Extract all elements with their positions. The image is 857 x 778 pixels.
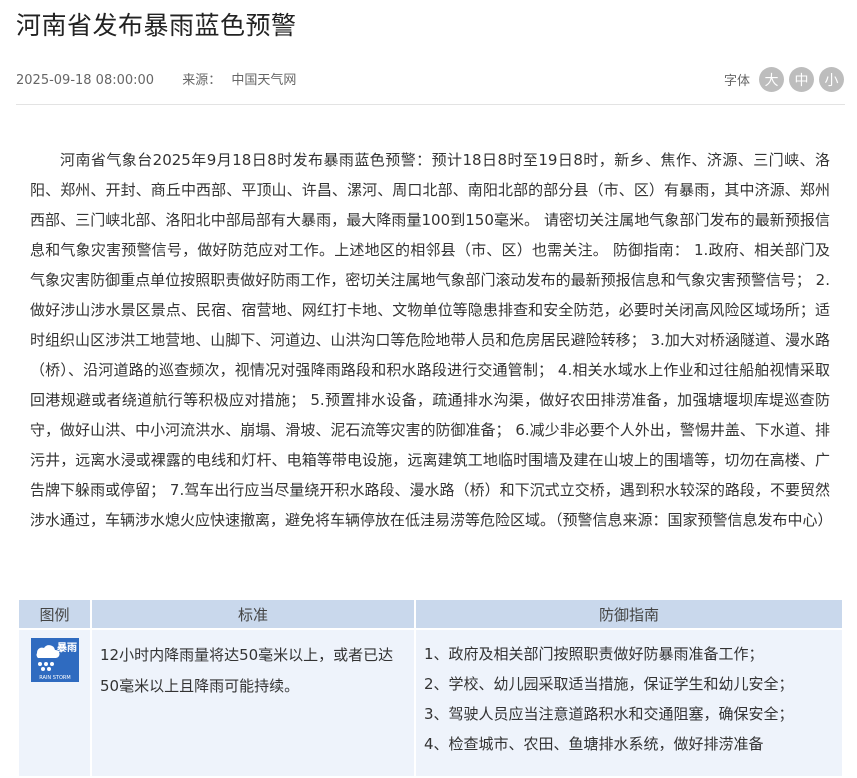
article-meta: 2025-09-18 08:00:00 来源： 中国天气网 [16, 69, 296, 88]
source-name: 中国天气网 [231, 73, 297, 88]
warning-table: 图例 标准 防御指南 暴雨 RAIN STORM 12小时内降雨量将达50毫米以… [17, 598, 844, 778]
table-row: 暴雨 RAIN STORM 12小时内降雨量将达50毫米以上，或者已达50毫米以… [17, 628, 844, 778]
font-size-small-button[interactable]: 小 [819, 67, 844, 92]
font-size-medium-button[interactable]: 中 [789, 67, 814, 92]
legend-cell: 暴雨 RAIN STORM [17, 628, 92, 778]
source-label: 来源： [182, 73, 222, 88]
header-legend: 图例 [17, 598, 92, 630]
article-body: 河南省气象台2025年9月18日8时发布暴雨蓝色预警：预计18日8时至19日8时… [30, 151, 833, 529]
font-size-large-button[interactable]: 大 [759, 67, 784, 92]
rainstorm-icon-graphic: 暴雨 RAIN STORM [31, 638, 79, 682]
guide-item: 2、学校、幼儿园采取适当措施，保证学生和幼儿安全； [424, 675, 794, 693]
font-size-control: 字体 大 中 小 [724, 67, 844, 92]
table-header-row: 图例 标准 防御指南 [17, 598, 844, 630]
icon-text-top: 暴雨 [56, 641, 77, 654]
page-title: 河南省发布暴雨蓝色预警 [16, 11, 297, 40]
icon-text-en: RAIN STORM [39, 675, 70, 681]
header-standard: 标准 [90, 598, 416, 630]
header-guide: 防御指南 [414, 598, 844, 630]
guide-item: 3、驾驶人员应当注意道路积水和交通阻塞，确保安全； [424, 705, 794, 723]
standard-cell: 12小时内降雨量将达50毫米以上，或者已达50毫米以上且降雨可能持续。 [90, 628, 416, 778]
guide-item: 4、检查城市、农田、鱼塘排水系统，做好排涝准备 [424, 735, 764, 753]
rainstorm-blue-icon: 暴雨 RAIN STORM [31, 638, 79, 682]
font-size-label: 字体 [723, 74, 750, 89]
header-divider [16, 104, 845, 105]
guide-cell: 1、政府及相关部门按照职责做好防暴雨准备工作； 2、学校、幼儿园采取适当措施，保… [414, 628, 844, 778]
guide-item: 1、政府及相关部门按照职责做好防暴雨准备工作； [424, 645, 764, 663]
publish-date: 2025-09-18 08:00:00 [16, 73, 155, 88]
